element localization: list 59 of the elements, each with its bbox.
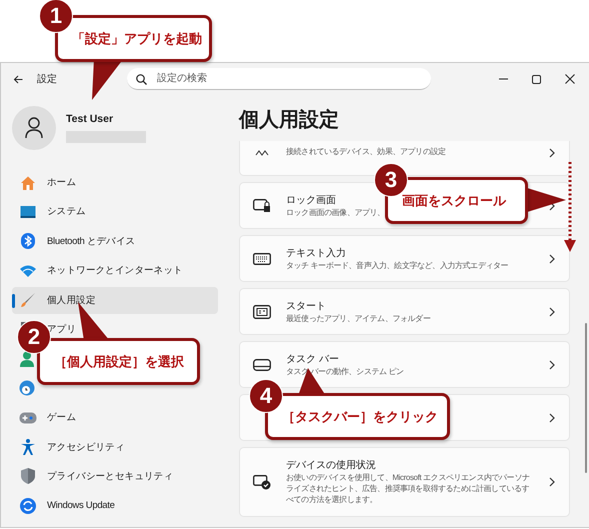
- search-icon: [136, 74, 147, 84]
- device-check-icon: [253, 474, 271, 490]
- close-icon: [564, 74, 574, 84]
- user-name: Test User: [66, 113, 114, 125]
- card-description: お使いのデバイスを使用して、Microsoft エクスペリエンス内でパーソナライズされたヒント、広告、推奨事項を取得するために計画しているすべての方法を選択します。: [286, 473, 530, 506]
- card-title: スタート: [286, 300, 326, 313]
- sidebar-item[interactable]: Windows Update: [12, 492, 218, 520]
- lock-screen-icon: [253, 198, 271, 212]
- sidebar-item[interactable]: システム: [12, 198, 218, 226]
- accessibility-icon: [21, 439, 35, 456]
- card-description: ロック画面の画像、アプリ、: [286, 208, 385, 218]
- settings-card[interactable]: テキスト入力 タッチ キーボード、音声入力、絵文字など、入力方式エディター: [239, 235, 570, 282]
- avatar-icon: [12, 106, 56, 150]
- shield-icon: [21, 468, 35, 484]
- person-icon: [19, 350, 35, 367]
- settings-card[interactable]: スタート 最近使ったアプリ、アイテム、フォルダー: [239, 288, 570, 335]
- brush-icon: [20, 292, 36, 308]
- card-title: タスク バー: [286, 352, 339, 366]
- settings-card[interactable]: タスク バー タスク バーの動作、システム ピン: [239, 341, 570, 388]
- settings-card[interactable]: デバイスの使用状況 お使いのデバイスを使用して、Microsoft エクスペリエンス内でパーソナライズされたヒント、広告、推奨事項を取得するために計画しているすべての方法を選択します。: [239, 447, 570, 517]
- globe-clock-icon: [19, 380, 35, 396]
- card-description: 最近使ったアプリ、アイテム、フォルダー: [286, 314, 430, 324]
- card-description: 接続されているデバイス、効果、アプリの設定: [286, 147, 446, 158]
- card-description: タスク バーの動作、システム ピン: [286, 366, 404, 378]
- chevron-icon: [549, 254, 555, 264]
- close-button[interactable]: [562, 72, 577, 86]
- gamepad-icon: [19, 412, 37, 424]
- maximize-icon: [532, 74, 541, 84]
- taskbar-icon: [253, 358, 271, 370]
- sidebar-item[interactable]: Bluetooth とデバイス: [12, 228, 218, 255]
- wifi-icon: [20, 264, 36, 277]
- scrollbar[interactable]: [585, 323, 587, 473]
- start-menu-icon: [253, 304, 271, 318]
- sidebar-item[interactable]: ホーム: [12, 169, 218, 196]
- card-description: タッチ キーボード、音声入力、絵文字など、入力方式エディター: [286, 260, 508, 272]
- sidebar-item[interactable]: アクセシビリティ: [12, 434, 218, 461]
- card-title: デバイスの使用状況: [286, 458, 376, 472]
- keyboard-icon: [253, 252, 271, 264]
- window-title: 設定: [37, 72, 58, 86]
- sidebar-item[interactable]: プライバシーとセキュリティ: [12, 462, 218, 490]
- sidebar-item[interactable]: ゲーム: [12, 404, 218, 432]
- back-arrow-icon[interactable]: [13, 74, 23, 84]
- minimize-icon: [499, 78, 508, 80]
- chevron-icon: [549, 477, 555, 487]
- card-title: テキスト入力: [286, 246, 346, 260]
- search-field[interactable]: 設定の検索: [127, 68, 431, 90]
- sidebar-item[interactable]: ネットワークとインターネット: [12, 257, 218, 284]
- chevron-icon: [549, 412, 555, 422]
- devices-icon: [255, 150, 269, 156]
- home-icon: [20, 174, 36, 190]
- sync-icon: [20, 498, 36, 514]
- page-title: 個人用設定: [239, 108, 340, 133]
- bluetooth-icon: [21, 233, 35, 250]
- sidebar-item[interactable]: 個人用設定: [12, 286, 218, 314]
- chevron-icon: [549, 148, 555, 158]
- card-title: ロック画面: [286, 194, 336, 207]
- chevron-icon: [549, 360, 555, 370]
- chevron-icon: [549, 306, 555, 316]
- monitor-icon: [20, 204, 36, 219]
